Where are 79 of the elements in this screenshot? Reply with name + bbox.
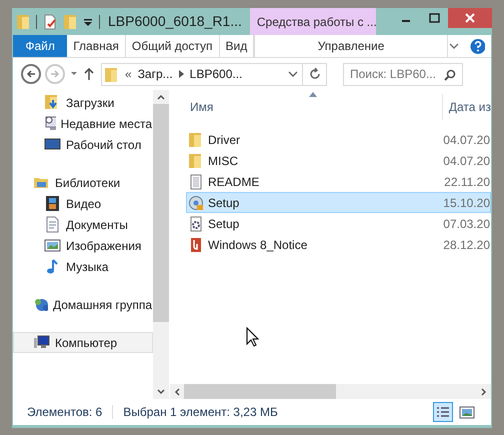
overflow-chevron[interactable]: « <box>125 65 132 83</box>
file-row[interactable]: MISC 04.07.20 <box>186 150 491 171</box>
file-date: 04.07.20 <box>443 132 490 148</box>
sort-arrow-icon <box>309 92 317 97</box>
search-field[interactable]: Поиск: LBP60... <box>343 62 463 86</box>
window-title: LBP6000_6018_R1... <box>108 12 242 31</box>
thumbnail-view-icon <box>459 404 475 420</box>
film-icon <box>44 195 61 212</box>
nav-item[interactable]: Загрузки <box>13 92 153 113</box>
dropdown-icon[interactable] <box>288 70 298 78</box>
picture-icon <box>44 237 61 254</box>
nav-item[interactable]: Библиотеки <box>13 172 153 193</box>
search-icon[interactable] <box>444 68 456 80</box>
file-name: Setup <box>208 194 240 212</box>
file-date: 04.07.20 <box>443 152 490 170</box>
details-view-button[interactable] <box>433 402 453 422</box>
item-count: Элементов: 6 <box>27 404 102 421</box>
file-name: MISC <box>208 152 239 170</box>
homegroup-icon <box>33 296 48 313</box>
nav-item[interactable]: Рабочий стол <box>13 134 153 155</box>
scrollbar[interactable] <box>153 90 169 399</box>
file-tab[interactable]: Файл <box>13 35 68 57</box>
installer-disc-icon <box>188 194 204 210</box>
computer-icon <box>33 334 50 351</box>
separator-arrow-icon[interactable] <box>178 70 184 78</box>
file-name: Setup <box>208 216 240 232</box>
file-name: README <box>208 174 260 190</box>
breadcrumb[interactable]: LBP600... <box>190 65 242 83</box>
nav-item[interactable]: Компьютер <box>13 332 153 353</box>
back-button[interactable] <box>21 64 41 84</box>
context-tab-header: Средства работы с ... <box>250 8 376 35</box>
file-date: 22.11.20 <box>444 174 490 190</box>
caret-icon[interactable] <box>69 70 79 78</box>
file-row[interactable]: Driver 04.07.20 <box>186 129 491 150</box>
folder-icon <box>188 132 204 148</box>
file-row[interactable]: README 22.11.20 <box>186 171 491 192</box>
refresh-icon[interactable] <box>308 68 320 80</box>
scrollbar-thumb[interactable] <box>184 384 336 399</box>
nav-item[interactable]: Документы <box>13 214 153 235</box>
back-arrow-icon[interactable] <box>26 69 36 79</box>
folder-icon <box>105 66 117 82</box>
file-row[interactable]: Setup 15.10.20 <box>186 192 491 213</box>
nav-item[interactable]: Музыка <box>13 256 153 277</box>
file-row[interactable]: Setup 07.03.20 <box>186 213 491 234</box>
column-header[interactable]: Имя <box>190 98 442 116</box>
ribbon-tab[interactable]: Общий доступ <box>126 35 220 57</box>
scrollbar-thumb[interactable] <box>153 104 169 322</box>
close-icon[interactable] <box>465 13 475 23</box>
mouse-cursor-icon <box>246 327 259 347</box>
text-file-icon <box>188 174 204 190</box>
file-date: 15.10.20 <box>443 194 490 212</box>
file-name: Windows 8_Notice <box>208 236 308 254</box>
nav-item[interactable]: Домашняя группа <box>13 294 153 315</box>
nav-item[interactable]: Изображения <box>13 235 153 256</box>
maximize-icon[interactable] <box>428 13 440 23</box>
file-row[interactable]: Windows 8_Notice 28.12.20 <box>186 234 491 255</box>
selection-info: Выбран 1 элемент: 3,23 МБ <box>123 404 278 421</box>
customize-icon[interactable] <box>83 16 93 26</box>
settings-file-icon <box>188 216 204 232</box>
nav-item[interactable]: Недавние места <box>13 113 153 134</box>
ribbon-tab[interactable]: Главная <box>67 35 126 57</box>
pdf-file-icon <box>188 236 204 252</box>
document-check-icon[interactable] <box>43 14 57 30</box>
file-name: Driver <box>208 132 241 148</box>
ribbon-tab[interactable]: Управление <box>254 35 448 57</box>
details-view-icon <box>435 404 451 420</box>
horizontal-scrollbar[interactable] <box>170 384 491 399</box>
ribbon-tab[interactable]: Вид <box>220 35 254 57</box>
document-icon <box>44 216 61 233</box>
breadcrumb[interactable]: Загр... <box>138 65 173 83</box>
file-date: 28.12.20 <box>443 236 490 254</box>
file-date: 07.03.20 <box>443 216 490 232</box>
recent-places-icon <box>44 115 56 132</box>
nav-item[interactable]: Видео <box>13 193 153 214</box>
folder-icon <box>188 152 204 168</box>
close-button[interactable] <box>448 8 492 28</box>
up-arrow-icon[interactable] <box>83 67 95 81</box>
address-bar[interactable]: « Загр... LBP600... <box>101 62 327 86</box>
column-header[interactable]: Дата из <box>448 98 491 116</box>
